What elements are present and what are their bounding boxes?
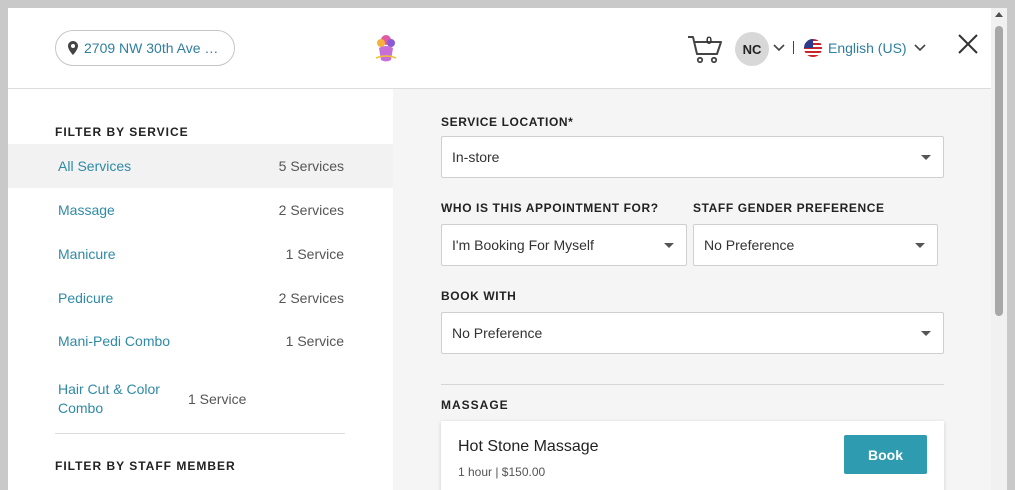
service-name: Hot Stone Massage	[458, 438, 599, 455]
service-location-select[interactable]: In-store	[441, 136, 944, 178]
header: 2709 NW 30th Ave Oakland Park 0 NC	[8, 8, 991, 89]
section-divider	[441, 384, 944, 385]
chevron-down-icon[interactable]	[914, 44, 926, 52]
service-filter-count: 1 Service	[285, 333, 344, 349]
service-filter-label: Pedicure	[58, 289, 114, 306]
service-filter-mani-pedi[interactable]: Mani-Pedi Combo 1 Service	[8, 319, 393, 363]
service-filter-label: Manicure	[58, 245, 116, 262]
appointment-for-label: WHO IS THIS APPOINTMENT FOR?	[441, 201, 659, 215]
service-filter-count: 2 Services	[278, 202, 344, 218]
book-button[interactable]: Book	[844, 435, 927, 474]
salon-logo-icon	[375, 35, 397, 62]
service-filter-all[interactable]: All Services 5 Services	[8, 144, 393, 188]
location-address: 2709 NW 30th Ave Oakland Park	[84, 40, 224, 56]
service-filter-count: 1 Service	[188, 391, 247, 407]
service-meta: 1 hour | $150.00	[458, 465, 546, 479]
service-filter-pedicure[interactable]: Pedicure 2 Services	[8, 276, 393, 320]
cart-icon[interactable]	[687, 34, 723, 64]
book-with-value: No Preference	[452, 325, 543, 341]
scroll-up-icon[interactable]	[995, 12, 1003, 17]
service-card: Hot Stone Massage 1 hour | $150.00 Book	[441, 421, 944, 490]
location-pill[interactable]: 2709 NW 30th Ave Oakland Park	[55, 30, 235, 66]
booking-modal: 2709 NW 30th Ave Oakland Park 0 NC	[8, 8, 1007, 490]
service-filter-count: 5 Services	[278, 158, 344, 174]
close-icon[interactable]	[957, 33, 979, 55]
service-filter-hair-cut[interactable]: Hair Cut & Color Combo 1 Service	[8, 370, 393, 428]
service-filter-manicure[interactable]: Manicure 1 Service	[8, 232, 393, 276]
appointment-for-value: I'm Booking For Myself	[452, 237, 594, 253]
book-with-select[interactable]: No Preference	[441, 312, 944, 354]
service-location-label: SERVICE LOCATION*	[441, 115, 574, 129]
service-filter-label: Massage	[58, 201, 115, 218]
section-title: MASSAGE	[441, 398, 509, 412]
sidebar-divider	[55, 433, 345, 434]
caret-down-icon	[921, 331, 931, 336]
gender-preference-label: STAFF GENDER PREFERENCE	[693, 201, 885, 215]
language-selector[interactable]: English (US)	[828, 40, 907, 56]
caret-down-icon	[664, 243, 674, 248]
caret-down-icon	[915, 243, 925, 248]
chevron-down-icon[interactable]	[773, 44, 785, 52]
cart-count-badge: 0	[706, 35, 713, 47]
service-filter-count: 2 Services	[278, 290, 344, 306]
service-filter-label: Hair Cut & Color Combo	[58, 381, 160, 416]
service-location-value: In-store	[452, 149, 500, 165]
map-pin-icon	[68, 41, 78, 55]
service-filter-label: Mani-Pedi Combo	[58, 332, 171, 349]
caret-down-icon	[921, 155, 931, 160]
us-flag-icon	[804, 39, 822, 57]
scrollbar[interactable]	[991, 8, 1007, 490]
scroll-thumb[interactable]	[995, 26, 1003, 316]
booking-form: SERVICE LOCATION* In-store WHO IS THIS A…	[393, 89, 991, 490]
filter-by-staff-title: FILTER BY STAFF MEMBER	[55, 459, 236, 473]
filter-by-service-title: FILTER BY SERVICE	[55, 125, 189, 139]
gender-preference-select[interactable]: No Preference	[693, 224, 938, 266]
service-filter-count: 1 Service	[285, 246, 344, 262]
service-filter-sidebar: FILTER BY SERVICE All Services 5 Service…	[8, 89, 393, 490]
service-filter-massage[interactable]: Massage 2 Services	[8, 188, 393, 232]
user-avatar[interactable]: NC	[735, 32, 769, 66]
appointment-for-select[interactable]: I'm Booking For Myself	[441, 224, 687, 266]
book-with-label: BOOK WITH	[441, 289, 517, 303]
gender-preference-value: No Preference	[704, 237, 795, 253]
service-filter-label: All Services	[58, 157, 132, 174]
header-separator	[793, 41, 794, 54]
